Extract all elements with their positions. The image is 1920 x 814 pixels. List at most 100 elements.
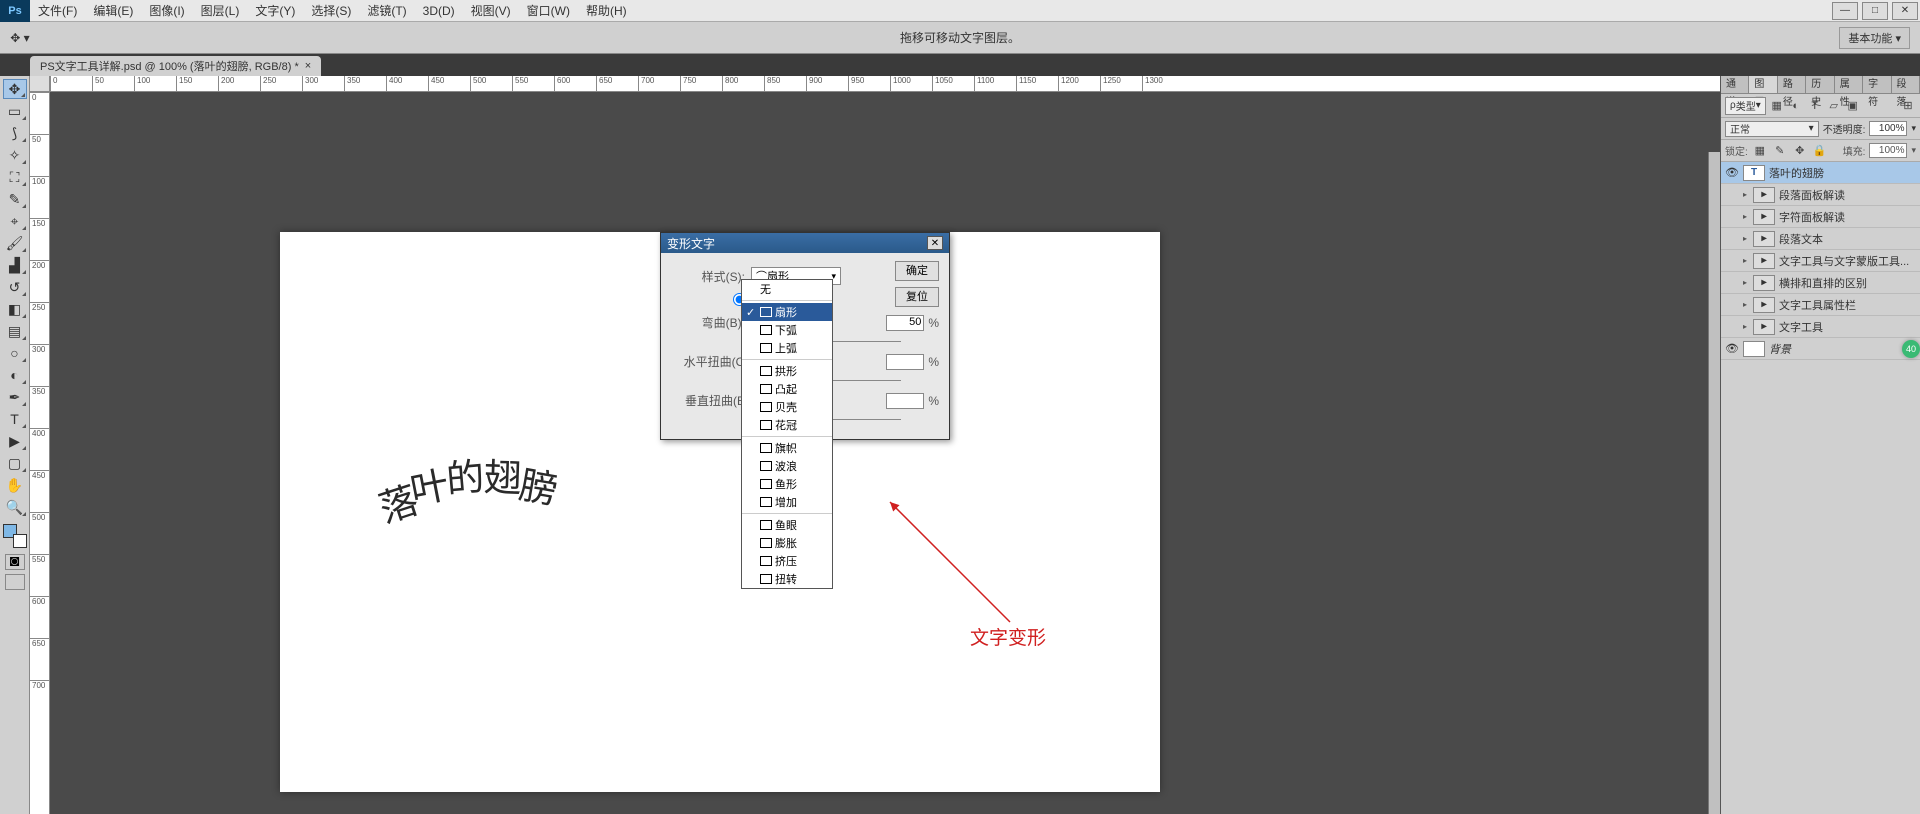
- opacity-input[interactable]: 100%: [1869, 121, 1907, 136]
- menu-图像[interactable]: 图像(I): [141, 0, 192, 22]
- workspace-selector[interactable]: 基本功能 ▾: [1839, 27, 1910, 49]
- brush-tool[interactable]: 🖌: [3, 233, 27, 253]
- warp-option[interactable]: 花冠: [742, 416, 832, 434]
- quick-mask-toggle[interactable]: ◙: [5, 554, 25, 570]
- warp-option[interactable]: 增加: [742, 493, 832, 511]
- layer-row[interactable]: 👁T落叶的翅膀: [1721, 162, 1920, 184]
- dialog-close-button[interactable]: ✕: [927, 236, 943, 250]
- menu-选择[interactable]: 选择(S): [303, 0, 359, 22]
- close-icon[interactable]: ×: [305, 60, 311, 72]
- screen-mode[interactable]: [5, 574, 25, 590]
- warp-option[interactable]: 波浪: [742, 457, 832, 475]
- panel-tab[interactable]: 段落: [1892, 76, 1920, 93]
- shape-tool[interactable]: ▢: [3, 453, 27, 473]
- floating-badge[interactable]: 40: [1902, 340, 1920, 358]
- eyedropper-tool[interactable]: ✎: [3, 189, 27, 209]
- ruler-horizontal[interactable]: 0501001502002503003504004505005506006507…: [50, 76, 1720, 92]
- stamp-tool[interactable]: ▟: [3, 255, 27, 275]
- magic-wand-tool[interactable]: ✧: [3, 145, 27, 165]
- blend-mode-select[interactable]: 正常▾: [1725, 121, 1819, 137]
- filter-kind-select[interactable]: ρ 类型 ▾: [1725, 97, 1766, 115]
- lock-position-icon[interactable]: ✥: [1792, 143, 1808, 159]
- filter-pixel-icon[interactable]: ▦: [1769, 98, 1785, 114]
- layer-row[interactable]: ▸▸文字工具与文字蒙版工具...: [1721, 250, 1920, 272]
- path-selection-tool[interactable]: ▶: [3, 431, 27, 451]
- menu-视图[interactable]: 视图(V): [463, 0, 519, 22]
- lock-paint-icon[interactable]: ✎: [1772, 143, 1788, 159]
- menu-文字[interactable]: 文字(Y): [247, 0, 303, 22]
- panel-tab[interactable]: 通道: [1721, 76, 1749, 93]
- menu-编辑[interactable]: 编辑(E): [85, 0, 141, 22]
- menu-滤镜[interactable]: 滤镜(T): [359, 0, 414, 22]
- window-minimize[interactable]: —: [1832, 2, 1858, 20]
- visibility-toggle[interactable]: 👁: [1725, 166, 1739, 179]
- type-tool[interactable]: T: [3, 409, 27, 429]
- dodge-tool[interactable]: ◐: [3, 365, 27, 385]
- layer-row[interactable]: ▸▸段落文本: [1721, 228, 1920, 250]
- warp-option[interactable]: 挤压: [742, 552, 832, 570]
- gradient-tool[interactable]: ▤: [3, 321, 27, 341]
- filter-type-icon[interactable]: T: [1807, 98, 1823, 114]
- warp-option[interactable]: 膨胀: [742, 534, 832, 552]
- menu-文件[interactable]: 文件(F): [30, 0, 85, 22]
- warp-option[interactable]: 拱形: [742, 362, 832, 380]
- warp-option[interactable]: 下弧: [742, 321, 832, 339]
- background-swatch[interactable]: [13, 534, 27, 548]
- warp-option[interactable]: 扇形: [742, 303, 832, 321]
- hdist-input[interactable]: [886, 354, 924, 370]
- bend-input[interactable]: 50: [886, 315, 924, 331]
- warp-option[interactable]: 上弧: [742, 339, 832, 357]
- warped-text[interactable]: 落叶的翅膀: [370, 447, 560, 502]
- panel-tab[interactable]: 历史: [1806, 76, 1834, 93]
- layer-row[interactable]: ▸▸段落面板解读: [1721, 184, 1920, 206]
- color-swatches[interactable]: [3, 524, 27, 548]
- style-dropdown[interactable]: 无扇形下弧上弧拱形凸起贝壳花冠旗帜波浪鱼形增加鱼眼膨胀挤压扭转: [741, 279, 833, 589]
- move-tool[interactable]: ✥: [3, 79, 27, 99]
- document-tab[interactable]: PS文字工具详解.psd @ 100% (落叶的翅膀, RGB/8) * ×: [30, 56, 321, 76]
- vdist-input[interactable]: [886, 393, 924, 409]
- warp-option[interactable]: 鱼眼: [742, 516, 832, 534]
- fill-input[interactable]: 100%: [1869, 143, 1907, 158]
- panel-tab[interactable]: 图层: [1749, 76, 1777, 93]
- zoom-tool[interactable]: 🔍: [3, 497, 27, 517]
- layer-row[interactable]: 👁背景🔒: [1721, 338, 1920, 360]
- dialog-titlebar[interactable]: 变形文字 ✕: [661, 233, 949, 253]
- menu-窗口[interactable]: 窗口(W): [519, 0, 578, 22]
- panel-tab[interactable]: 字符: [1863, 76, 1891, 93]
- ok-button[interactable]: 确定: [895, 261, 939, 281]
- window-maximize[interactable]: □: [1862, 2, 1888, 20]
- lasso-tool[interactable]: ⟆: [3, 123, 27, 143]
- pen-tool[interactable]: ✒: [3, 387, 27, 407]
- lock-transparent-icon[interactable]: ▦: [1752, 143, 1768, 159]
- blur-tool[interactable]: ○: [3, 343, 27, 363]
- tool-preset[interactable]: ✥ ▾: [0, 24, 40, 52]
- marquee-tool[interactable]: ▭: [3, 101, 27, 121]
- warp-option[interactable]: 扭转: [742, 570, 832, 588]
- ruler-vertical[interactable]: 0501001502002503003504004505005506006507…: [30, 92, 50, 814]
- layer-row[interactable]: ▸▸字符面板解读: [1721, 206, 1920, 228]
- visibility-toggle[interactable]: 👁: [1725, 342, 1739, 355]
- layer-row[interactable]: ▸▸文字工具属性栏: [1721, 294, 1920, 316]
- layer-row[interactable]: ▸▸横排和直排的区别: [1721, 272, 1920, 294]
- history-brush-tool[interactable]: ↺: [3, 277, 27, 297]
- collapsed-panel-dock[interactable]: [1708, 152, 1720, 814]
- warp-option[interactable]: 旗帜: [742, 439, 832, 457]
- menu-图层[interactable]: 图层(L): [193, 0, 248, 22]
- menu-帮助[interactable]: 帮助(H): [578, 0, 635, 22]
- lock-all-icon[interactable]: 🔒: [1812, 143, 1828, 159]
- reset-button[interactable]: 复位: [895, 287, 939, 307]
- filter-adjust-icon[interactable]: ◐: [1788, 98, 1804, 114]
- warp-option[interactable]: 鱼形: [742, 475, 832, 493]
- filter-toggle[interactable]: ⊞: [1900, 98, 1916, 114]
- healing-brush-tool[interactable]: ⌖: [3, 211, 27, 231]
- crop-tool[interactable]: ⛶: [3, 167, 27, 187]
- panel-tab[interactable]: 属性: [1835, 76, 1863, 93]
- layer-row[interactable]: ▸▸文字工具: [1721, 316, 1920, 338]
- window-close[interactable]: ✕: [1892, 2, 1918, 20]
- filter-smart-icon[interactable]: ▣: [1845, 98, 1861, 114]
- menu-3d[interactable]: 3D(D): [415, 0, 463, 22]
- warp-option[interactable]: 无: [742, 280, 832, 298]
- warp-option[interactable]: 凸起: [742, 380, 832, 398]
- filter-shape-icon[interactable]: ▱: [1826, 98, 1842, 114]
- eraser-tool[interactable]: ◧: [3, 299, 27, 319]
